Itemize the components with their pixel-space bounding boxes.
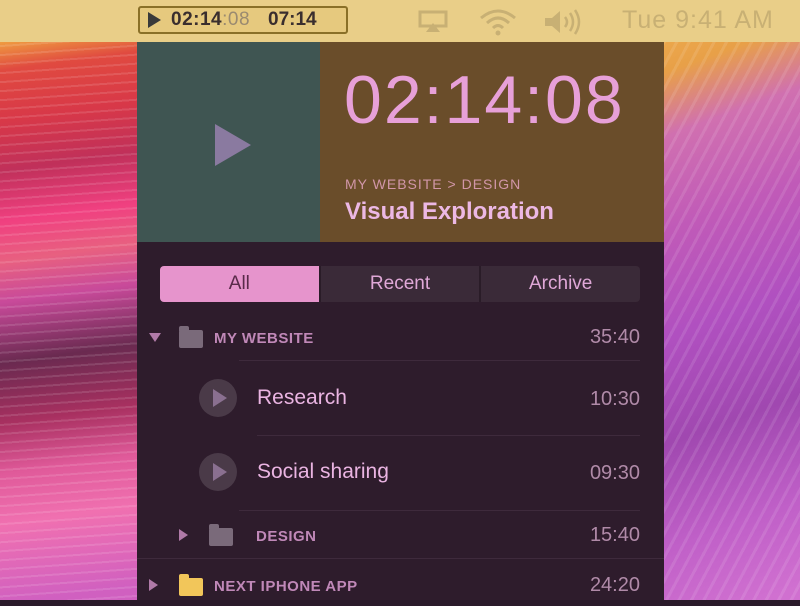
- divider: [239, 510, 640, 511]
- play-pause-area[interactable]: [137, 42, 320, 242]
- task-label: Social sharing: [257, 460, 389, 483]
- group-duration: 15:40: [589, 524, 640, 546]
- elapsed-timer: 02:14:08: [344, 62, 625, 138]
- folder-icon: [209, 524, 233, 546]
- group-duration: 24:20: [589, 574, 640, 596]
- wifi-icon[interactable]: [478, 8, 518, 36]
- menubar-total-time: 07:14: [268, 9, 317, 30]
- divider: [137, 558, 664, 559]
- menubar-timer-widget[interactable]: 02:14:08 07:14: [138, 6, 348, 34]
- menubar-clock[interactable]: Tue 9:41 AM: [622, 6, 774, 35]
- breadcrumb[interactable]: MY WEBSITE > DESIGN: [345, 176, 521, 192]
- current-task-header: 02:14:08 MY WEBSITE > DESIGN Visual Expl…: [320, 42, 664, 242]
- group-duration: 35:40: [589, 326, 640, 348]
- group-label: MY WEBSITE: [214, 330, 314, 347]
- timer-popover: 02:14:08 MY WEBSITE > DESIGN Visual Expl…: [137, 42, 664, 600]
- play-icon: [148, 12, 161, 28]
- menu-bar: 02:14:08 07:14 Tue 9:41 AM: [0, 0, 800, 42]
- task-row-research[interactable]: Research 10:30: [137, 372, 664, 426]
- divider: [257, 435, 640, 436]
- play-icon: [215, 124, 251, 166]
- airplay-icon[interactable]: [418, 10, 448, 32]
- task-play-icon[interactable]: [199, 379, 237, 417]
- group-label: NEXT IPHONE APP: [214, 578, 358, 595]
- filter-tabs: All Recent Archive: [160, 266, 640, 302]
- task-row-social-sharing[interactable]: Social sharing 09:30: [137, 446, 664, 500]
- volume-icon[interactable]: [543, 8, 583, 36]
- task-play-icon[interactable]: [199, 453, 237, 491]
- divider: [239, 360, 640, 361]
- task-duration: 09:30: [589, 462, 640, 484]
- wallpaper-right: [660, 0, 800, 600]
- tab-all[interactable]: All: [160, 266, 319, 302]
- disclosure-collapsed-icon[interactable]: [149, 579, 158, 591]
- task-duration: 10:30: [589, 388, 640, 410]
- current-task-title: Visual Exploration: [345, 198, 554, 225]
- group-row-design[interactable]: DESIGN 15:40: [137, 520, 664, 556]
- tab-archive[interactable]: Archive: [479, 266, 640, 302]
- task-label: Research: [257, 386, 347, 409]
- folder-icon: [179, 326, 203, 348]
- group-row-my-website[interactable]: MY WEBSITE 35:40: [137, 322, 664, 358]
- wallpaper-left: [0, 0, 140, 600]
- folder-icon: [179, 574, 203, 596]
- menubar-current-time: 02:14:08: [171, 9, 251, 30]
- disclosure-expanded-icon[interactable]: [149, 333, 161, 342]
- tab-recent[interactable]: Recent: [318, 266, 480, 302]
- group-label: DESIGN: [256, 528, 317, 545]
- disclosure-collapsed-icon[interactable]: [179, 529, 188, 541]
- group-row-next-iphone-app[interactable]: NEXT IPHONE APP 24:20: [137, 570, 664, 606]
